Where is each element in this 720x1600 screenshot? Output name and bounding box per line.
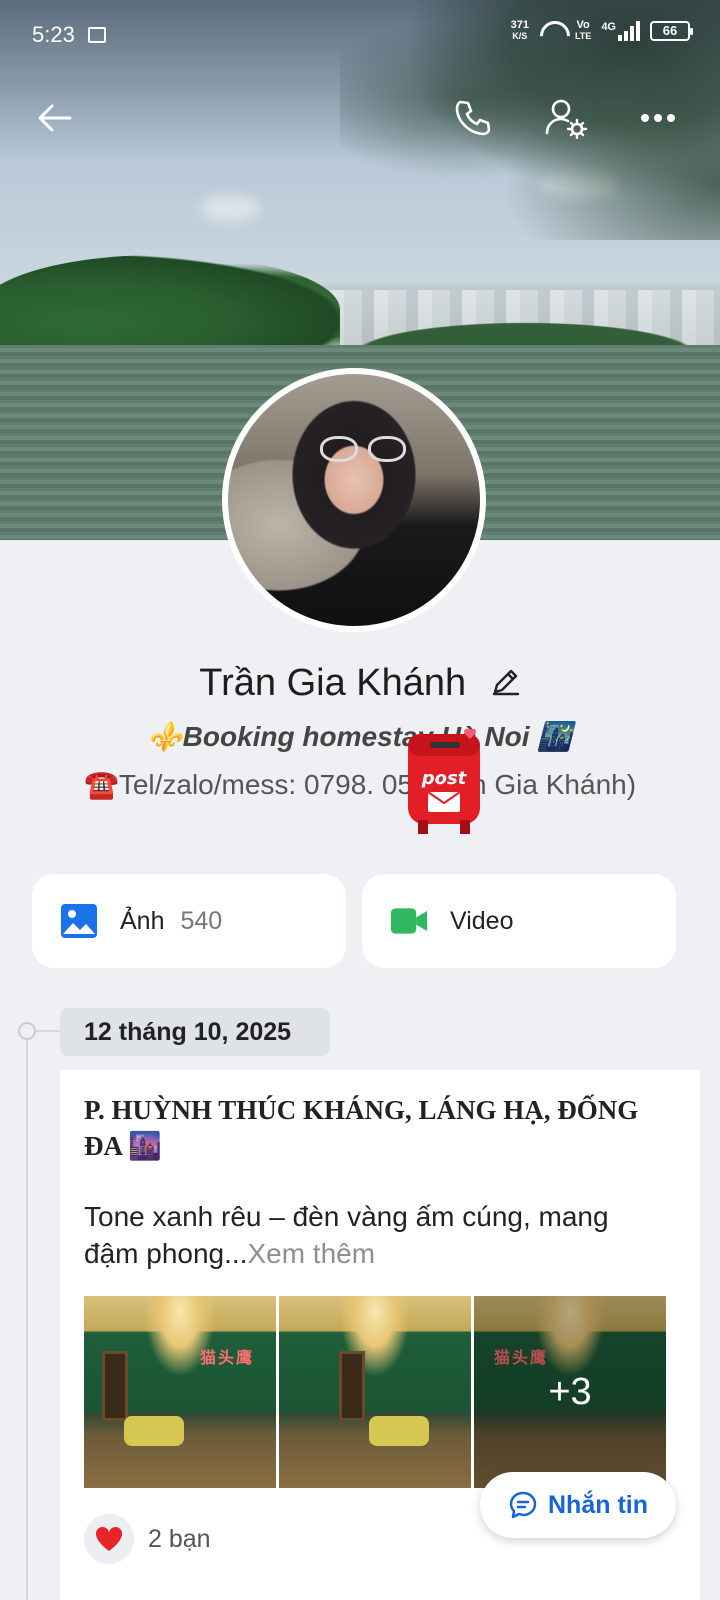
more-dots-icon <box>641 114 675 122</box>
video-label: Video <box>450 906 514 935</box>
profile-name-row: Trần Gia Khánh <box>0 662 720 706</box>
volte-bottom: LTE <box>574 31 592 41</box>
timeline-line <box>26 1040 28 1600</box>
bio-line-1: ⚜️Booking homestay Hà Noi 🌃 <box>147 721 573 752</box>
status-indicators: 371 K/S Vo LTE 4G 66 <box>511 20 693 42</box>
post-photo-3[interactable]: 猫头鹰 +3 <box>474 1296 666 1488</box>
post-photo-1[interactable]: 猫头鹰 <box>84 1296 276 1488</box>
bio-line-2: ☎️Tel/zalo/mess: 0798. 05 (Trần Gia Khán… <box>83 769 637 800</box>
net-speed-unit: K/S <box>512 31 528 41</box>
sticker-label: post <box>421 768 468 789</box>
message-label: Nhắn tin <box>548 1490 648 1519</box>
call-button[interactable] <box>444 90 500 146</box>
date-label: 12 tháng 10, 2025 <box>60 1008 330 1056</box>
volte-top: Vo <box>576 19 590 31</box>
post-photo-grid: 猫头鹰 猫头鹰 +3 <box>84 1296 666 1488</box>
pencil-icon <box>492 670 519 696</box>
image-icon <box>60 902 98 940</box>
battery-level: 66 <box>662 23 678 38</box>
photos-card[interactable]: Ảnh 540 <box>32 874 346 968</box>
wifi-icon <box>539 21 565 41</box>
edit-name-button[interactable] <box>491 663 521 706</box>
videos-card[interactable]: Video <box>362 874 676 968</box>
gallery-notification-icon <box>88 27 106 43</box>
battery-icon: 66 <box>650 21 693 41</box>
net-speed: 371 K/S <box>511 20 529 42</box>
window <box>102 1351 128 1421</box>
back-button[interactable] <box>26 90 82 146</box>
status-time: 5:23 <box>32 22 75 47</box>
post-body: Tone xanh rêu – đèn vàng ấm cúng, mang đ… <box>84 1198 664 1272</box>
post-photo-2[interactable] <box>279 1296 471 1488</box>
neon-sign: 猫头鹰 <box>199 1350 254 1367</box>
signal-icon <box>618 21 640 41</box>
avatar[interactable] <box>222 368 486 632</box>
see-more-link[interactable]: Xem thêm <box>247 1238 375 1269</box>
network-type: 4G <box>601 21 616 33</box>
post-mailbox-sticker: post <box>398 728 488 838</box>
net-speed-value: 371 <box>510 19 529 31</box>
avatar-glasses <box>320 436 410 464</box>
heart-icon <box>95 1526 123 1551</box>
sofa <box>124 1416 184 1446</box>
status-bar: 5:23 371 K/S Vo LTE 4G 66 <box>0 0 720 72</box>
timeline-connector <box>36 1030 60 1032</box>
heart-reaction[interactable] <box>84 1514 134 1564</box>
profile-settings-button[interactable] <box>538 90 594 146</box>
video-camera-icon <box>390 902 428 940</box>
more-options-button[interactable] <box>630 90 686 146</box>
more-photos-overlay: +3 <box>474 1296 666 1488</box>
volte-badge: Vo LTE <box>575 20 591 42</box>
photos-label: Ảnh <box>120 906 165 935</box>
sofa <box>369 1416 429 1446</box>
timeline-dot <box>18 1022 36 1040</box>
photos-count: 540 <box>180 906 223 935</box>
profile-name: Trần Gia Khánh <box>199 662 467 704</box>
reactions[interactable]: 2 bạn <box>84 1514 211 1564</box>
post-title: P. HUỲNH THÚC KHÁNG, LÁNG HẠ, ĐỐNG ĐA 🌆 <box>84 1095 639 1161</box>
window <box>339 1351 365 1421</box>
message-button[interactable]: Nhắn tin <box>480 1472 676 1538</box>
chat-bubble-icon <box>509 1491 537 1519</box>
phone-icon <box>455 100 491 136</box>
back-arrow-icon <box>38 104 72 132</box>
user-settings-icon <box>545 99 588 139</box>
reaction-count: 2 bạn <box>148 1524 211 1553</box>
cloud <box>200 195 260 221</box>
